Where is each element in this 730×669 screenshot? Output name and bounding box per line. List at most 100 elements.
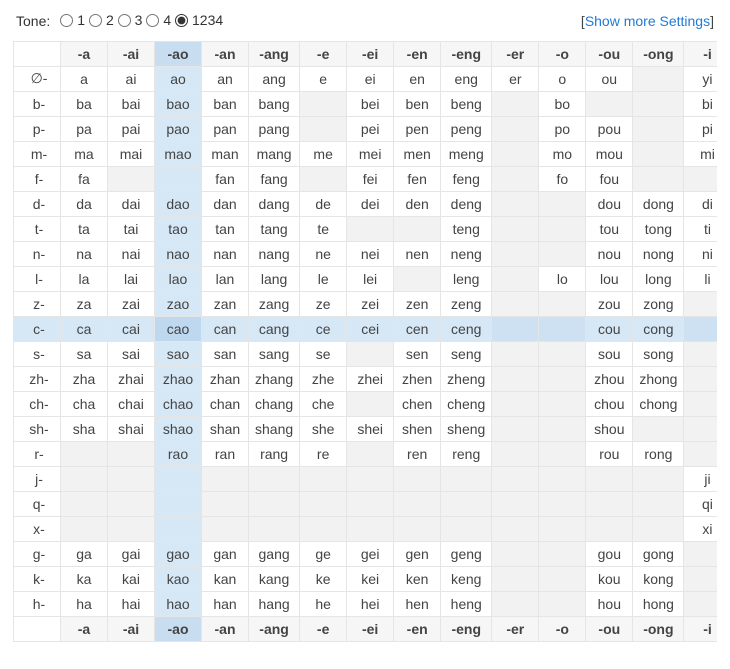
syllable-cell[interactable]: ken — [394, 566, 441, 591]
syllable-cell[interactable]: gao — [155, 541, 202, 566]
syllable-cell[interactable]: dang — [249, 191, 300, 216]
syllable-cell[interactable]: zheng — [441, 366, 492, 391]
syllable-cell[interactable]: sa — [61, 341, 108, 366]
col-header[interactable]: -a — [61, 41, 108, 66]
syllable-cell[interactable]: cong — [633, 316, 684, 341]
syllable-cell[interactable]: she — [300, 416, 347, 441]
syllable-cell[interactable]: ni — [684, 241, 718, 266]
syllable-cell[interactable]: shang — [249, 416, 300, 441]
syllable-cell[interactable]: gei — [347, 541, 394, 566]
syllable-cell[interactable]: lo — [539, 266, 586, 291]
syllable-cell[interactable]: en — [394, 66, 441, 91]
syllable-cell[interactable]: den — [394, 191, 441, 216]
syllable-cell[interactable]: na — [61, 241, 108, 266]
syllable-cell[interactable]: rang — [249, 441, 300, 466]
syllable-cell[interactable]: dei — [347, 191, 394, 216]
row-header[interactable]: ∅- — [14, 66, 61, 91]
syllable-cell[interactable]: ji — [684, 466, 718, 491]
col-header[interactable]: -a — [61, 616, 108, 641]
tone-radio-3[interactable]: 3 — [118, 12, 143, 28]
syllable-cell[interactable]: mang — [249, 141, 300, 166]
syllable-cell[interactable]: han — [202, 591, 249, 616]
syllable-cell[interactable]: pai — [108, 116, 155, 141]
syllable-cell[interactable]: pang — [249, 116, 300, 141]
row-header[interactable]: n- — [14, 241, 61, 266]
syllable-cell[interactable]: teng — [441, 216, 492, 241]
syllable-cell[interactable]: le — [300, 266, 347, 291]
syllable-cell[interactable]: zhei — [347, 366, 394, 391]
col-header[interactable]: -i — [684, 616, 718, 641]
syllable-cell[interactable]: zhong — [633, 366, 684, 391]
col-header[interactable]: -ong — [633, 616, 684, 641]
syllable-cell[interactable]: zhai — [108, 366, 155, 391]
syllable-cell[interactable]: me — [300, 141, 347, 166]
syllable-cell[interactable]: fo — [539, 166, 586, 191]
syllable-cell[interactable]: re — [300, 441, 347, 466]
syllable-cell[interactable]: fou — [586, 166, 633, 191]
syllable-cell[interactable]: rong — [633, 441, 684, 466]
syllable-cell[interactable]: yi — [684, 66, 718, 91]
syllable-cell[interactable]: che — [300, 391, 347, 416]
syllable-cell[interactable]: bei — [347, 91, 394, 116]
syllable-cell[interactable]: ze — [300, 291, 347, 316]
syllable-cell[interactable]: beng — [441, 91, 492, 116]
tone-radio-input-1[interactable] — [60, 14, 73, 27]
col-header[interactable]: -o — [539, 41, 586, 66]
syllable-cell[interactable]: nang — [249, 241, 300, 266]
syllable-cell[interactable]: dong — [633, 191, 684, 216]
syllable-cell[interactable]: ben — [394, 91, 441, 116]
syllable-cell[interactable]: e — [300, 66, 347, 91]
syllable-cell[interactable]: ca — [61, 316, 108, 341]
syllable-cell[interactable]: dai — [108, 191, 155, 216]
syllable-cell[interactable]: cheng — [441, 391, 492, 416]
syllable-cell[interactable]: zhan — [202, 366, 249, 391]
syllable-cell[interactable]: lai — [108, 266, 155, 291]
syllable-cell[interactable]: kou — [586, 566, 633, 591]
syllable-cell[interactable]: la — [61, 266, 108, 291]
syllable-cell[interactable]: mai — [108, 141, 155, 166]
syllable-cell[interactable]: sen — [394, 341, 441, 366]
syllable-cell[interactable]: ban — [202, 91, 249, 116]
syllable-cell[interactable]: shao — [155, 416, 202, 441]
syllable-cell[interactable]: zao — [155, 291, 202, 316]
syllable-cell[interactable]: pen — [394, 116, 441, 141]
syllable-cell[interactable]: ge — [300, 541, 347, 566]
syllable-cell[interactable]: ei — [347, 66, 394, 91]
tone-radio-1[interactable]: 1 — [60, 12, 85, 28]
syllable-cell[interactable]: mi — [684, 141, 718, 166]
syllable-cell[interactable]: dan — [202, 191, 249, 216]
syllable-cell[interactable]: sou — [586, 341, 633, 366]
col-header[interactable]: -eng — [441, 41, 492, 66]
syllable-cell[interactable]: fen — [394, 166, 441, 191]
col-header[interactable]: -ei — [347, 616, 394, 641]
syllable-cell[interactable]: zen — [394, 291, 441, 316]
syllable-cell[interactable]: li — [684, 266, 718, 291]
syllable-cell[interactable]: kong — [633, 566, 684, 591]
syllable-cell[interactable]: song — [633, 341, 684, 366]
syllable-cell[interactable]: hai — [108, 591, 155, 616]
syllable-cell[interactable]: kan — [202, 566, 249, 591]
syllable-cell[interactable]: tong — [633, 216, 684, 241]
syllable-cell[interactable]: zong — [633, 291, 684, 316]
row-header[interactable]: m- — [14, 141, 61, 166]
syllable-cell[interactable]: rou — [586, 441, 633, 466]
syllable-cell[interactable]: chai — [108, 391, 155, 416]
syllable-cell[interactable]: de — [300, 191, 347, 216]
syllable-cell[interactable]: gou — [586, 541, 633, 566]
syllable-cell[interactable]: bang — [249, 91, 300, 116]
syllable-cell[interactable]: ma — [61, 141, 108, 166]
syllable-cell[interactable]: nen — [394, 241, 441, 266]
syllable-cell[interactable]: feng — [441, 166, 492, 191]
syllable-cell[interactable]: ren — [394, 441, 441, 466]
syllable-cell[interactable]: lei — [347, 266, 394, 291]
syllable-cell[interactable]: kei — [347, 566, 394, 591]
row-header[interactable]: h- — [14, 591, 61, 616]
col-header[interactable]: -e — [300, 41, 347, 66]
syllable-cell[interactable]: di — [684, 191, 718, 216]
syllable-cell[interactable]: shai — [108, 416, 155, 441]
syllable-cell[interactable]: nan — [202, 241, 249, 266]
syllable-cell[interactable]: chen — [394, 391, 441, 416]
syllable-cell[interactable]: kai — [108, 566, 155, 591]
syllable-cell[interactable]: fang — [249, 166, 300, 191]
col-header[interactable]: -o — [539, 616, 586, 641]
